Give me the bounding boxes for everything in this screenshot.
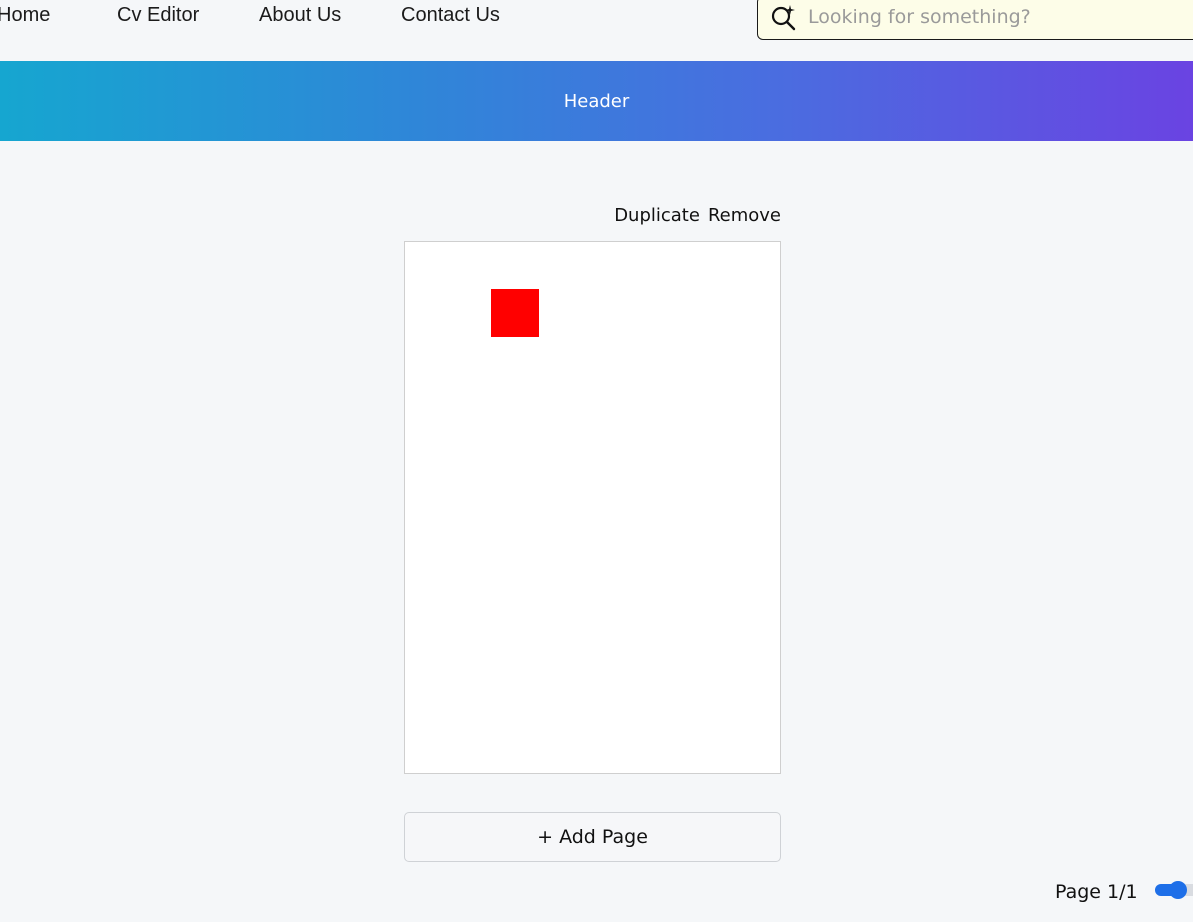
nav-home-link[interactable]: Home <box>0 4 50 27</box>
top-navigation: Home Cv Editor About Us Contact Us <box>0 0 1193 61</box>
nav-about-us-link[interactable]: About Us <box>259 4 341 27</box>
nav-cv-editor-link[interactable]: Cv Editor <box>117 4 199 27</box>
sparkle-search-icon <box>771 5 796 31</box>
page-indicator: Page 1/1 <box>1055 881 1138 903</box>
header-title: Header <box>563 90 630 112</box>
zoom-slider[interactable] <box>1155 881 1193 899</box>
search-input[interactable] <box>808 3 1188 31</box>
slider-handle[interactable] <box>1169 881 1187 899</box>
header-banner: Header <box>0 61 1193 141</box>
cv-page-canvas[interactable] <box>404 241 781 774</box>
search-box[interactable] <box>757 0 1193 40</box>
add-page-button[interactable]: + Add Page <box>404 812 781 862</box>
nav-contact-us-link[interactable]: Contact Us <box>401 4 500 27</box>
remove-button[interactable]: Remove <box>708 205 781 226</box>
duplicate-button[interactable]: Duplicate <box>614 205 700 226</box>
page-actions: Duplicate Remove <box>614 205 781 226</box>
canvas-shape-element[interactable] <box>491 289 539 337</box>
